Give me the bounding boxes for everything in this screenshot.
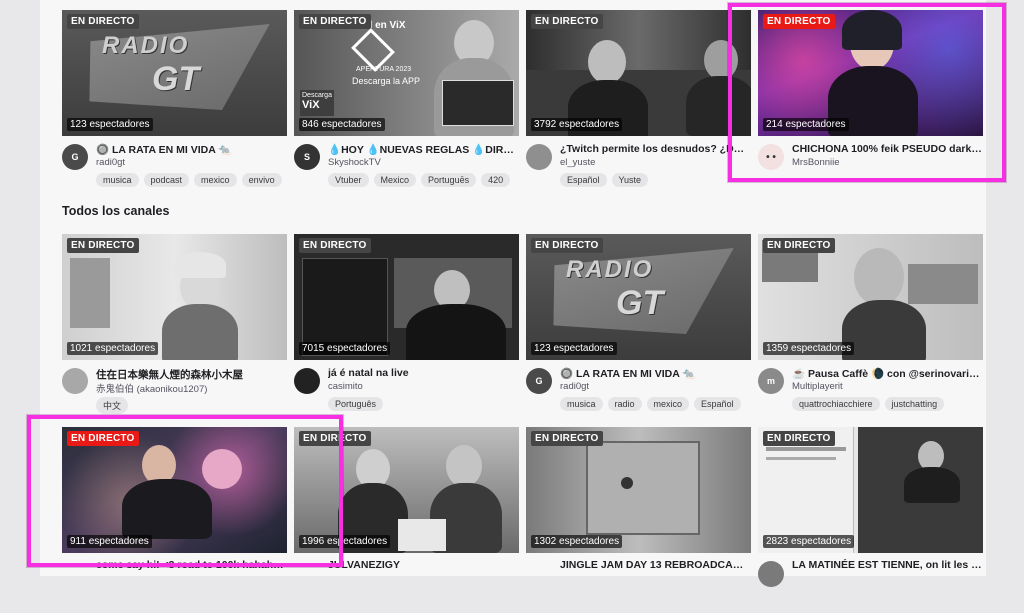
stream-title[interactable]: LA MATINÉE EST TIENNE, on lit les journa…: [792, 559, 982, 571]
viewer-count: 1302 espectadores: [531, 535, 623, 548]
tag[interactable]: quattrochiacchiere: [792, 397, 880, 411]
viewer-count: 7015 espectadores: [299, 342, 391, 355]
tag[interactable]: Español: [694, 397, 741, 411]
avatar[interactable]: m: [758, 368, 784, 394]
channel-name[interactable]: SkyshockTV: [328, 157, 518, 168]
stream-card[interactable]: EN DIRECTO 3792 espectadores ¿Twitch per…: [526, 10, 751, 196]
channel-name[interactable]: el_yuste: [560, 157, 750, 168]
stream-title[interactable]: 💧HOY 💧NUEVAS REGLAS 💧DIRECT...: [328, 143, 518, 156]
live-badge: EN DIRECTO: [299, 238, 371, 253]
stream-thumbnail[interactable]: RADIO GT EN DIRECTO 123 espectadores: [62, 10, 287, 136]
live-badge: EN DIRECTO: [531, 431, 603, 446]
avatar[interactable]: G: [62, 144, 88, 170]
tag[interactable]: Portuguēs: [421, 173, 477, 187]
stream-card[interactable]: RADIO GT EN DIRECTO 123 espectadores G 🔘…: [526, 234, 751, 420]
stream-thumbnail[interactable]: EN DIRECTO 7015 espectadores: [294, 234, 519, 360]
live-badge: EN DIRECTO: [763, 238, 835, 253]
avatar[interactable]: [294, 368, 320, 394]
live-badge: EN DIRECTO: [531, 14, 603, 29]
stream-card[interactable]: RADIO GT EN DIRECTO 123 espectadores G 🔘…: [62, 10, 287, 196]
tag[interactable]: musica: [560, 397, 603, 411]
avatar[interactable]: [758, 561, 784, 587]
channel-name[interactable]: 赤鬼伯伯 (akaonikou1207): [96, 381, 286, 395]
stream-card[interactable]: EN DIRECTO 2823 espectadores LA MATINÉE …: [758, 427, 983, 613]
live-badge: EN DIRECTO: [531, 238, 603, 253]
viewer-count: 3792 espectadores: [531, 118, 623, 131]
tag[interactable]: Vtuber: [328, 173, 369, 187]
tag[interactable]: envivo: [241, 173, 282, 187]
stream-title[interactable]: já é natal na live: [328, 367, 518, 379]
viewer-count: 123 espectadores: [67, 118, 153, 131]
viewer-count: 1359 espectadores: [763, 342, 855, 355]
channel-name[interactable]: casimito: [328, 381, 518, 392]
tag[interactable]: radio: [607, 397, 642, 411]
stream-card[interactable]: EN DIRECTO 7015 espectadores já é natal …: [294, 234, 519, 420]
channel-name[interactable]: Multiplayerit: [792, 381, 982, 392]
tag[interactable]: mexico: [194, 173, 237, 187]
viewer-count: 2823 espectadores: [763, 535, 855, 548]
channel-name[interactable]: radi0gt: [560, 381, 750, 392]
highlight-box: [728, 3, 1006, 182]
stream-thumbnail[interactable]: EN DIRECTO 2823 espectadores: [758, 427, 983, 553]
avatar[interactable]: [526, 144, 552, 170]
stream-title[interactable]: JULVANEZIGY: [328, 559, 518, 571]
tag[interactable]: musica: [96, 173, 139, 187]
stream-thumbnail[interactable]: tbol en ViX APERTURA 2023 Descarga la AP…: [294, 10, 519, 136]
avatar[interactable]: [62, 368, 88, 394]
avatar[interactable]: S: [294, 144, 320, 170]
tag[interactable]: 中文: [96, 397, 129, 414]
tag[interactable]: Português: [328, 397, 384, 411]
stream-thumbnail[interactable]: EN DIRECTO 1021 espectadores: [62, 234, 287, 360]
section-heading: Todos los canales: [62, 204, 170, 218]
tag[interactable]: podcast: [143, 173, 190, 187]
tag[interactable]: Yuste: [611, 173, 649, 187]
tag[interactable]: justchatting: [884, 397, 945, 411]
stream-thumbnail[interactable]: EN DIRECTO 1302 espectadores: [526, 427, 751, 553]
highlight-box: [27, 415, 343, 567]
live-badge: EN DIRECTO: [67, 238, 139, 253]
stream-thumbnail[interactable]: EN DIRECTO 3792 espectadores: [526, 10, 751, 136]
tag[interactable]: Mexico: [373, 173, 417, 187]
tag[interactable]: mexico: [646, 397, 690, 411]
tag[interactable]: 420: [481, 173, 511, 187]
stream-title[interactable]: JINGLE JAM DAY 13 REBROADCAST | ...: [560, 559, 750, 571]
stream-title[interactable]: 🔘 LA RATA EN MI VIDA 🐀: [96, 143, 286, 156]
viewer-count: 123 espectadores: [531, 342, 617, 355]
viewer-count: 1021 espectadores: [67, 342, 159, 355]
stream-title[interactable]: ☕ Pausa Caffè 🌘 con @serinovariabi...: [792, 367, 982, 380]
stream-card[interactable]: EN DIRECTO 1359 espectadores m ☕ Pausa C…: [758, 234, 983, 420]
live-badge: EN DIRECTO: [299, 14, 371, 29]
stream-card[interactable]: EN DIRECTO 1302 espectadores JINGLE JAM …: [526, 427, 751, 613]
live-badge: EN DIRECTO: [67, 14, 139, 29]
channel-name[interactable]: radi0gt: [96, 157, 286, 168]
avatar[interactable]: G: [526, 368, 552, 394]
tag[interactable]: Español: [560, 173, 607, 187]
stream-card[interactable]: tbol en ViX APERTURA 2023 Descarga la AP…: [294, 10, 519, 196]
stream-title[interactable]: 住在日本樂無人煙的森林小木屋: [96, 367, 286, 382]
stream-thumbnail[interactable]: RADIO GT EN DIRECTO 123 espectadores: [526, 234, 751, 360]
live-badge: EN DIRECTO: [763, 431, 835, 446]
stream-title[interactable]: ¿Twitch permite los desnudos? ¿Dos...: [560, 143, 750, 155]
stream-card[interactable]: EN DIRECTO 1021 espectadores 住在日本樂無人煙的森林…: [62, 234, 287, 420]
stream-title[interactable]: 🔘 LA RATA EN MI VIDA 🐀: [560, 367, 750, 380]
stream-thumbnail[interactable]: EN DIRECTO 1359 espectadores: [758, 234, 983, 360]
viewer-count: 846 espectadores: [299, 118, 385, 131]
